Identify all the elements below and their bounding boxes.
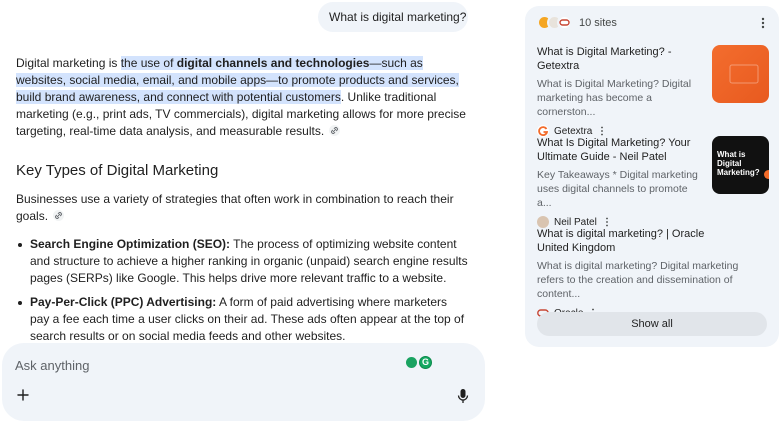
thumbnail-accent [764,170,769,179]
list-item: Search Engine Optimization (SEO): The pr… [16,236,468,287]
section-heading: Key Types of Digital Marketing [16,162,219,179]
grammarly-badge-text: G [421,357,429,367]
prompt-composer: G [2,343,485,421]
source-site-name: Neil Patel [554,216,597,228]
link-icon[interactable] [53,210,65,222]
more-vert-icon[interactable] [604,217,610,227]
source-title[interactable]: What is digital marketing? | Oracle Unit… [537,227,737,255]
sources-header: 10 sites [537,15,769,33]
plus-icon[interactable] [16,388,30,402]
highlight-text-a: the use of [120,56,177,70]
extension-icon[interactable] [406,357,417,368]
more-vert-icon[interactable] [757,16,769,30]
section-paragraph: Businesses use a variety of strategies t… [16,191,456,225]
source-snippet: Key Takeaways * Digital marketing uses d… [537,169,698,209]
source-snippet: What is Digital Marketing? Digital marke… [537,78,692,118]
source-title[interactable]: What is Digital Marketing? - Getextra [537,45,697,73]
grammarly-icon[interactable]: G [419,356,432,369]
source-card-getextra[interactable]: What is Digital Marketing? - Getextra Wh… [537,45,769,137]
answer-lead: Digital marketing is [16,56,121,70]
source-thumbnail: What is Digital Marketing? [712,136,769,194]
highlight-bold: digital channels and technologies [176,56,370,70]
list-item-term: Pay-Per-Click (PPC) Advertising: [30,295,217,309]
source-card-oracle[interactable]: What is digital marketing? | Oracle Unit… [537,227,769,319]
list-item: Pay-Per-Click (PPC) Advertising: A form … [16,294,468,345]
mic-icon[interactable] [456,388,470,404]
sources-panel: 10 sites What is Digital Marketing? - Ge… [525,6,779,347]
user-query-bubble: What is digital marketing? [318,2,468,32]
strategy-list: Search Engine Optimization (SEO): The pr… [16,236,468,352]
source-site-name: Getextra [554,125,593,137]
source-favicons [537,15,577,31]
thumbnail-caption: What is Digital Marketing? [717,150,760,177]
user-query-text: What is digital marketing? [329,10,467,24]
source-thumbnail [712,45,769,103]
answer-paragraph: Digital marketing is the use of digital … [16,55,468,140]
section-paragraph-text: Businesses use a variety of strategies t… [16,192,454,223]
link-icon[interactable] [329,125,341,137]
show-all-button[interactable]: Show all [537,312,767,336]
sites-count: 10 sites [579,17,617,29]
source-snippet: What is digital marketing? Digital marke… [537,260,739,300]
oracle-favicon [557,15,572,30]
more-vert-icon[interactable] [599,126,605,136]
prompt-input[interactable] [15,355,395,375]
list-item-term: Search Engine Optimization (SEO): [30,237,231,251]
source-title[interactable]: What Is Digital Marketing? Your Ultimate… [537,136,697,164]
source-card-neilpatel[interactable]: What Is Digital Marketing? Your Ultimate… [537,136,769,228]
